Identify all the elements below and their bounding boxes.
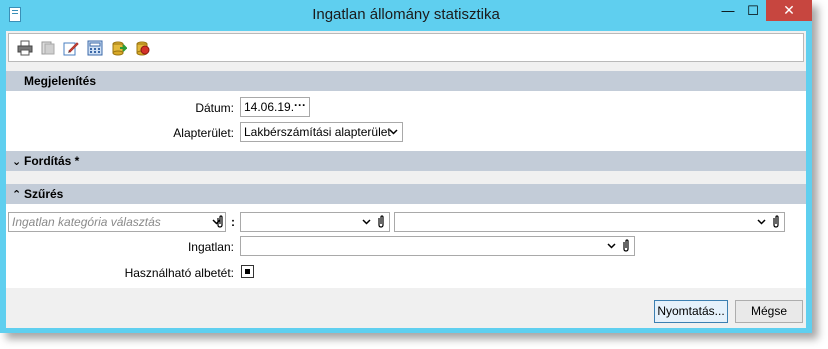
section-title-filter: Szűrés <box>24 187 64 201</box>
paperclip-icon[interactable] <box>216 215 224 228</box>
section-header-display[interactable]: Megjelenítés <box>6 71 806 91</box>
print-icon[interactable] <box>17 40 33 56</box>
category-third-select[interactable] <box>394 212 785 232</box>
property-label: Ingatlan: <box>187 240 234 254</box>
chevron-up-icon: ⌃ <box>12 189 22 201</box>
print-button[interactable]: Nyomtatás... <box>654 300 728 323</box>
date-value: 14.06.19. <box>244 100 295 114</box>
calculator-icon[interactable] <box>87 40 103 56</box>
area-value: Lakbérszámítási alapterület <box>244 125 391 139</box>
export-icon[interactable] <box>111 40 127 56</box>
category-placeholder: Ingatlan kategória választás <box>12 215 161 229</box>
close-button[interactable]: ✕ <box>766 0 812 21</box>
maximize-button[interactable]: ☐ <box>740 0 766 21</box>
toolbar <box>8 33 804 62</box>
colon-separator: : <box>231 215 235 229</box>
minimize-button[interactable]: — <box>716 0 740 21</box>
date-picker-button[interactable]: ··· <box>294 96 306 114</box>
section-title-display: Megjelenítés <box>24 74 97 88</box>
database-icon[interactable] <box>134 40 150 56</box>
paperclip-icon[interactable] <box>377 215 385 228</box>
chevron-down-icon <box>389 129 398 135</box>
section-body-filter: Ingatlan kategória választás : Ingatlan: <box>6 204 806 288</box>
cancel-button[interactable]: Mégse <box>735 300 803 323</box>
usable-label: Használható albetét: <box>124 266 234 280</box>
property-select[interactable] <box>240 236 635 256</box>
title-bar[interactable]: Ingatlan állomány statisztika — ☐ ✕ <box>0 0 812 30</box>
category-select[interactable]: Ingatlan kategória választás <box>8 212 226 232</box>
app-window: Ingatlan állomány statisztika — ☐ ✕ Megj… <box>0 0 812 333</box>
chevron-down-icon: ⌄ <box>12 156 22 168</box>
area-select[interactable]: Lakbérszámítási alapterület <box>240 122 403 142</box>
area-label: Alapterület: <box>173 126 234 140</box>
window-title: Ingatlan állomány statisztika <box>312 6 500 23</box>
date-label: Dátum: <box>195 101 234 115</box>
edit-icon[interactable] <box>63 40 79 56</box>
chevron-down-icon <box>757 219 766 225</box>
usable-checkbox[interactable] <box>241 265 254 278</box>
paperclip-icon[interactable] <box>772 215 780 228</box>
category-second-select[interactable] <box>240 212 390 232</box>
section-spacer <box>6 171 806 183</box>
chevron-down-icon <box>362 219 371 225</box>
section-body-display: Dátum: 14.06.19. ··· Alapterület: Lakbér… <box>6 91 806 151</box>
print-preview-icon[interactable] <box>40 40 56 56</box>
paperclip-icon[interactable] <box>622 239 630 252</box>
chevron-down-icon <box>607 243 616 249</box>
date-field[interactable]: 14.06.19. ··· <box>240 97 310 117</box>
section-header-translation[interactable]: ⌄ Fordítás * <box>6 151 806 171</box>
section-title-translation: Fordítás * <box>24 154 80 168</box>
client-area: Megjelenítés Dátum: 14.06.19. ··· Alapte… <box>6 31 806 328</box>
section-header-filter[interactable]: ⌃ Szűrés <box>6 184 806 204</box>
